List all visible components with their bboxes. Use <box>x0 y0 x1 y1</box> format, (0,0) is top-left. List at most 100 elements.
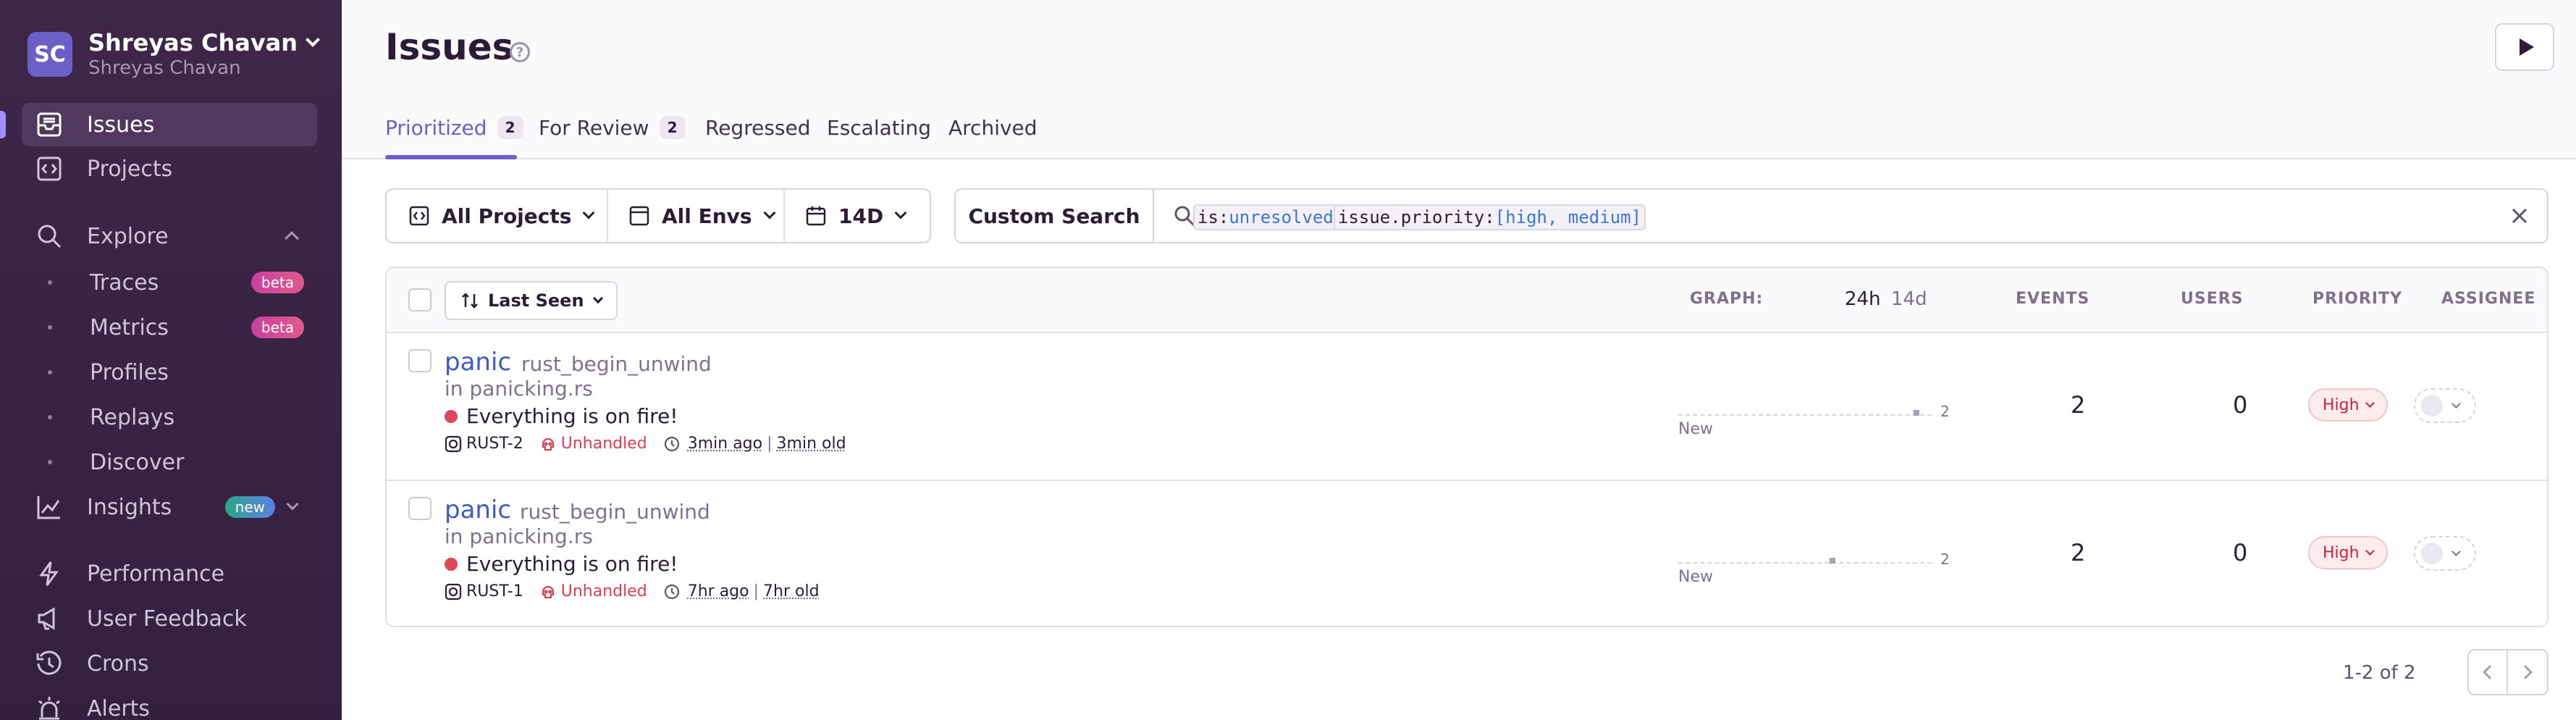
unhandled-label: Unhandled <box>560 435 647 453</box>
clock-icon <box>664 436 679 451</box>
env-filter-label: All Envs <box>662 204 752 228</box>
sparkline <box>1678 409 1932 419</box>
sidebar-item-insights[interactable]: Insights new <box>22 485 317 529</box>
row-checkbox[interactable] <box>408 349 432 372</box>
bullet-icon <box>48 460 52 464</box>
page-filters: All Projects All Envs 14D <box>385 188 931 243</box>
active-indicator <box>0 111 6 138</box>
sidebar-item-discover[interactable]: Discover <box>22 442 317 482</box>
sparkline-bar <box>1830 558 1835 564</box>
priority-label: High <box>2323 395 2360 414</box>
bullet-icon <box>48 370 52 374</box>
sidebar-item-crons[interactable]: Crons <box>22 642 317 685</box>
tab-count: 2 <box>659 116 686 139</box>
next-page-button[interactable] <box>2508 650 2547 694</box>
sparkline-baseline <box>1678 414 1932 416</box>
first-seen[interactable]: 3min old <box>777 435 846 453</box>
time-info: 3min ago | 3min old <box>663 435 846 453</box>
tab-label: For Review <box>539 115 649 140</box>
tab-label: Prioritized <box>385 115 487 140</box>
events-count: 2 <box>2071 539 2086 566</box>
row-checkbox[interactable] <box>408 497 432 520</box>
clock-icon <box>33 648 65 679</box>
short-id[interactable]: RUST-2 <box>445 435 523 453</box>
tab-regressed[interactable]: Regressed <box>705 114 811 141</box>
events-header[interactable]: EVENTS <box>2016 290 2089 308</box>
last-seen[interactable]: 3min ago <box>688 435 762 453</box>
play-button[interactable] <box>2495 23 2554 71</box>
env-filter-button[interactable]: All Envs <box>628 190 776 242</box>
sidebar-item-replays[interactable]: Replays <box>22 397 317 438</box>
assignee-selector[interactable] <box>2414 388 2476 423</box>
issue-title-link[interactable]: panic <box>445 495 511 524</box>
sidebar-item-user-feedback[interactable]: User Feedback <box>22 597 317 640</box>
priority-dropdown[interactable]: High <box>2308 388 2388 422</box>
sidebar-item-explore[interactable]: Explore <box>22 214 317 258</box>
sort-button[interactable]: Last Seen <box>445 281 618 320</box>
search-token-priority[interactable]: issue.priority: [high, medium] <box>1334 204 1646 230</box>
sidebar-item-issues[interactable]: Issues <box>22 103 317 146</box>
first-seen[interactable]: 7hr old <box>763 582 820 600</box>
sidebar-item-projects[interactable]: Projects <box>22 147 317 191</box>
skull-icon <box>542 438 554 451</box>
pagination-summary: 1-2 of 2 <box>2343 662 2416 684</box>
issue-location: rust_begin_unwind <box>521 352 712 376</box>
chart-line-icon <box>33 491 65 523</box>
help-icon[interactable]: ? <box>510 42 530 62</box>
sidebar-item-alerts[interactable]: Alerts <box>22 687 317 720</box>
chevron-down-icon <box>2451 547 2461 556</box>
graph-24h-toggle[interactable]: 24h <box>1845 288 1881 310</box>
project-filter-button[interactable]: All Projects <box>408 190 595 242</box>
priority-dropdown[interactable]: High <box>2308 536 2388 569</box>
tab-archived[interactable]: Archived <box>948 114 1037 141</box>
sidebar-item-traces[interactable]: Traces beta <box>22 262 317 303</box>
org-name-label: Shreyas Chavan <box>88 29 298 56</box>
sidebar-item-label: Projects <box>87 156 173 182</box>
play-icon <box>2520 38 2534 56</box>
bullet-icon <box>48 415 52 419</box>
bullet-icon <box>48 280 52 285</box>
chevron-down-icon <box>2365 398 2375 408</box>
org-switcher[interactable]: SC Shreyas Chavan Shreyas Chavan <box>28 29 320 80</box>
table-row[interactable]: panic rust_begin_unwind in panicking.rs … <box>387 481 2547 626</box>
date-filter-button[interactable]: 14D <box>805 190 907 242</box>
issue-title-link[interactable]: panic <box>445 348 511 377</box>
search-bar: Custom Search is: unresolved issue.priori… <box>954 188 2548 243</box>
priority-header[interactable]: PRIORITY <box>2312 290 2402 308</box>
search-token-status[interactable]: is: unresolved <box>1193 204 1338 230</box>
active-tab-underline <box>385 155 517 159</box>
users-header[interactable]: USERS <box>2181 290 2244 308</box>
close-icon[interactable] <box>2508 204 2531 227</box>
graph-header: GRAPH: <box>1690 290 1764 308</box>
last-seen[interactable]: 7hr ago <box>688 582 749 600</box>
tab-prioritized[interactable]: Prioritized 2 <box>385 114 523 141</box>
assignee-selector[interactable] <box>2414 536 2476 571</box>
graph-14d-toggle[interactable]: 14d <box>1891 288 1927 310</box>
issue-meta: RUST-1 Unhandled 7hr ago | 7hr old <box>445 582 820 600</box>
table-row[interactable]: panic rust_begin_unwind in panicking.rs … <box>387 333 2547 481</box>
select-all-checkbox[interactable] <box>408 288 432 311</box>
tab-escalating[interactable]: Escalating <box>827 114 931 141</box>
sidebar-item-profiles[interactable]: Profiles <box>22 352 317 393</box>
previous-page-button[interactable] <box>2469 650 2508 694</box>
issue-file: in panicking.rs <box>445 524 593 548</box>
projects-icon <box>409 206 429 226</box>
tab-for-review[interactable]: For Review 2 <box>539 114 686 141</box>
sidebar-item-performance[interactable]: Performance <box>22 552 317 595</box>
short-id[interactable]: RUST-1 <box>445 582 523 600</box>
sidebar-item-label: Crons <box>87 650 149 677</box>
issue-message-text: Everything is on fire! <box>466 552 678 576</box>
time-separator: | <box>767 435 773 453</box>
filter-divider <box>783 190 785 242</box>
chevron-up-icon <box>285 231 299 246</box>
custom-search-button[interactable]: Custom Search <box>956 190 1154 242</box>
chevron-down-icon <box>2365 546 2375 556</box>
unhandled-label: Unhandled <box>560 582 647 600</box>
events-count: 2 <box>2071 391 2086 419</box>
lightning-icon <box>33 558 65 590</box>
error-level-icon <box>445 557 458 571</box>
new-badge: new <box>224 496 275 518</box>
short-id-label: RUST-1 <box>466 582 523 600</box>
sidebar-item-label: Metrics <box>90 314 169 340</box>
sidebar-item-metrics[interactable]: Metrics beta <box>22 307 317 348</box>
